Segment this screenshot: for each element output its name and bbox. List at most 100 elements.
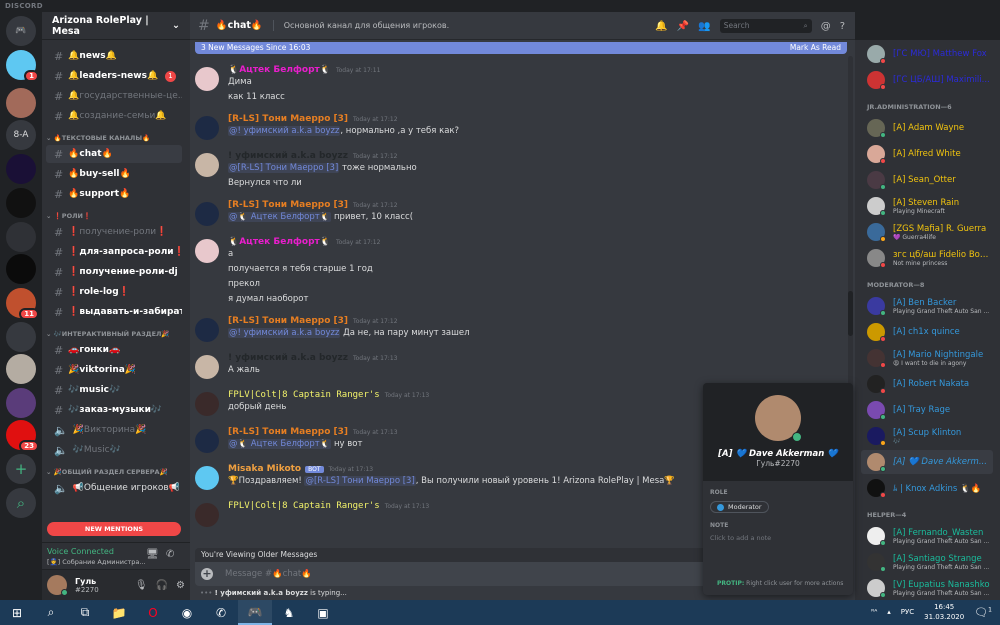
text-channel[interactable]: # 🔥support🔥 (46, 185, 182, 203)
voice-status[interactable]: Voice Connected (47, 547, 185, 556)
server-icon[interactable] (6, 354, 36, 384)
help-icon[interactable]: ? (840, 21, 845, 32)
server-icon[interactable] (6, 254, 36, 284)
file-explorer-icon[interactable]: 📁 (102, 600, 136, 625)
author-name[interactable]: 🐧Ацтек Белфорт🐧 (228, 65, 331, 75)
windows-start-icon[interactable]: ⊞ (0, 600, 34, 625)
member-item[interactable]: [A] Santiago Strange Playing Grand Theft … (861, 550, 993, 574)
game2-icon[interactable]: ▣ (306, 600, 340, 625)
clock[interactable]: 16:45 31.03.2020 (924, 602, 964, 622)
user-mention[interactable]: @! уфимский a.k.a boyzz (228, 126, 341, 136)
member-item[interactable]: [A] Sean_Otter (861, 168, 993, 192)
text-channel[interactable]: # 🔥buy-sell🔥 (46, 165, 182, 183)
avatar[interactable] (47, 575, 68, 596)
member-item[interactable]: ﾑ | Knox Adkins 🐧🔥 (861, 476, 993, 500)
author-name[interactable]: ! уфимский a.k.a boyzz (228, 151, 348, 161)
server-icon[interactable]: 8-A (6, 120, 36, 150)
mark-as-read-button[interactable]: Mark As Read (790, 43, 841, 53)
screen-share-icon[interactable]: 🖥 (146, 549, 159, 560)
user-mention[interactable]: @[R-LS] Тони Маерро [3] (228, 163, 340, 173)
member-item[interactable]: [A] Robert Nakata (861, 372, 993, 396)
user-mention[interactable]: @🐧 Ацтек Белфорт🐧 (228, 212, 332, 222)
text-channel[interactable]: # ❗role-log❗ (46, 283, 182, 301)
text-channel[interactable]: # 🎉viktorina🎉 (46, 361, 182, 379)
task-view-icon[interactable]: ⧉ (68, 600, 102, 625)
author-name[interactable]: [R-LS] Тони Маерро [3] (228, 427, 348, 437)
search-icon[interactable]: ⌕ (34, 600, 68, 625)
note-input[interactable]: Click to add a note (710, 534, 853, 542)
chrome-icon[interactable]: ◉ (170, 600, 204, 625)
member-item[interactable]: [A] Tray Rage (861, 398, 993, 422)
members-icon[interactable]: 👥 (698, 21, 710, 32)
new-messages-bar[interactable]: 3 New Messages Since 16:03 Mark As Read (195, 42, 847, 54)
mention-icon[interactable]: @ (821, 21, 831, 32)
author-name[interactable]: FPLV|Colt|8 Captain Ranger's (228, 501, 380, 511)
author-name[interactable]: FPLV|Colt|8 Captain Ranger's (228, 390, 380, 400)
author-name[interactable]: Misaka Mikoto (228, 464, 301, 474)
channel-category[interactable]: ⌄ 🎶ИНТЕРАКТИВНЫЙ РАЗДЕЛ🎉 (46, 330, 170, 338)
opera-icon[interactable]: O (136, 600, 170, 625)
server-icon[interactable] (6, 222, 36, 252)
game-icon[interactable]: ♞ (272, 600, 306, 625)
server-icon[interactable]: 23 (6, 420, 39, 452)
member-item[interactable]: [A] ch1x quince (861, 320, 993, 344)
search-input[interactable]: Search ⌕ (719, 19, 812, 33)
member-item[interactable]: [A] Adam Wayne (861, 116, 993, 140)
author-name[interactable]: ! уфимский a.k.a boyzz (228, 353, 348, 363)
avatar[interactable] (195, 239, 219, 263)
member-item[interactable]: [A] 💙 Dave Akkerm... (861, 450, 993, 474)
author-name[interactable]: 🐧Ацтек Белфорт🐧 (228, 237, 331, 247)
voice-channel[interactable]: 🔈 📢Общение игроков📢 (46, 479, 182, 497)
voice-channel[interactable]: 🔈 🎶Music🎶 (46, 441, 182, 459)
text-channel[interactable]: # 🔥chat🔥 (46, 145, 182, 163)
text-channel[interactable]: # 🎶заказ-музыки🎶 (46, 401, 182, 419)
text-channel[interactable]: # 🔔leaders-news🔔 1 (46, 67, 182, 85)
avatar[interactable] (195, 355, 219, 379)
author-name[interactable]: [R-LS] Тони Маерро [3] (228, 200, 348, 210)
microphone-icon[interactable]: 🎙 (135, 580, 148, 591)
avatar[interactable] (195, 466, 219, 490)
viber-icon[interactable]: ✆ (204, 600, 238, 625)
member-item[interactable]: [V] Eupatius Nanashko Playing Grand Theft… (861, 576, 993, 600)
user-mention[interactable]: @[R-LS] Тони Маерро [3] (304, 476, 416, 486)
member-item[interactable]: [A] Scup Klinton 🎶 (861, 424, 993, 448)
text-channel[interactable]: # 🔔news🔔 (46, 47, 182, 65)
avatar[interactable] (195, 392, 219, 416)
notifications-icon[interactable]: 🗨1 (974, 606, 992, 619)
role-badge[interactable]: Moderator (710, 501, 769, 513)
server-icon[interactable] (6, 188, 36, 218)
gear-icon[interactable]: ⚙ (176, 580, 185, 591)
pin-icon[interactable]: 📌 (677, 21, 689, 32)
member-item[interactable]: [A] Mario Nightingale 😩 I want to die in … (861, 346, 993, 370)
headphones-icon[interactable]: 🎧 (156, 580, 168, 591)
new-mentions-button[interactable]: NEW MENTIONS (47, 522, 181, 536)
folder-icon[interactable] (6, 322, 36, 352)
server-icon[interactable] (6, 88, 36, 118)
text-channel[interactable]: # ❗для-запроса-роли❗ (46, 243, 182, 261)
server-icon[interactable] (6, 388, 36, 418)
text-channel[interactable]: # 🎶music🎶 (46, 381, 182, 399)
bell-icon[interactable]: 🔔 (655, 21, 667, 32)
server-icon[interactable] (6, 154, 36, 184)
text-channel[interactable]: # 🚗гонки🚗 (46, 341, 182, 359)
text-channel[interactable]: # ❗получение-роли-dj❗ (46, 263, 182, 281)
avatar[interactable] (195, 116, 219, 140)
author-name[interactable]: [R-LS] Тони Маерро [3] (228, 316, 348, 326)
guild-header[interactable]: Arizona RolePlay | Mesa ⌄ (42, 12, 190, 40)
channel-category[interactable]: ⌄ 🔥ТЕКСТОВЫЕ КАНАЛЫ🔥 (46, 134, 150, 142)
avatar[interactable] (195, 202, 219, 226)
avatar[interactable] (195, 503, 219, 527)
text-channel[interactable]: # 🔔создание-семьи🔔 (46, 107, 182, 125)
scrollbar-thumb[interactable] (848, 291, 853, 336)
channel-topic[interactable]: Основной канал для общения игроков. (284, 21, 449, 30)
text-channel[interactable]: # ❗выдавать-и-забирать-... (46, 303, 182, 321)
avatar[interactable] (195, 67, 219, 91)
member-item[interactable]: [ZGS Mafia] R. Guerra 💜 Guerra4life (861, 220, 993, 244)
author-name[interactable]: [R-LS] Тони Маерро [3] (228, 114, 348, 124)
language-indicator[interactable]: РУС (901, 608, 914, 616)
server-icon[interactable]: 11 (6, 288, 39, 320)
text-channel[interactable]: # 🔔государственные-це... (46, 87, 182, 105)
member-item[interactable]: [ГС МЮ] Matthew Fox (861, 42, 993, 66)
avatar[interactable] (195, 153, 219, 177)
voice-channel[interactable]: 🔈 🎉Викторина🎉 (46, 421, 182, 439)
